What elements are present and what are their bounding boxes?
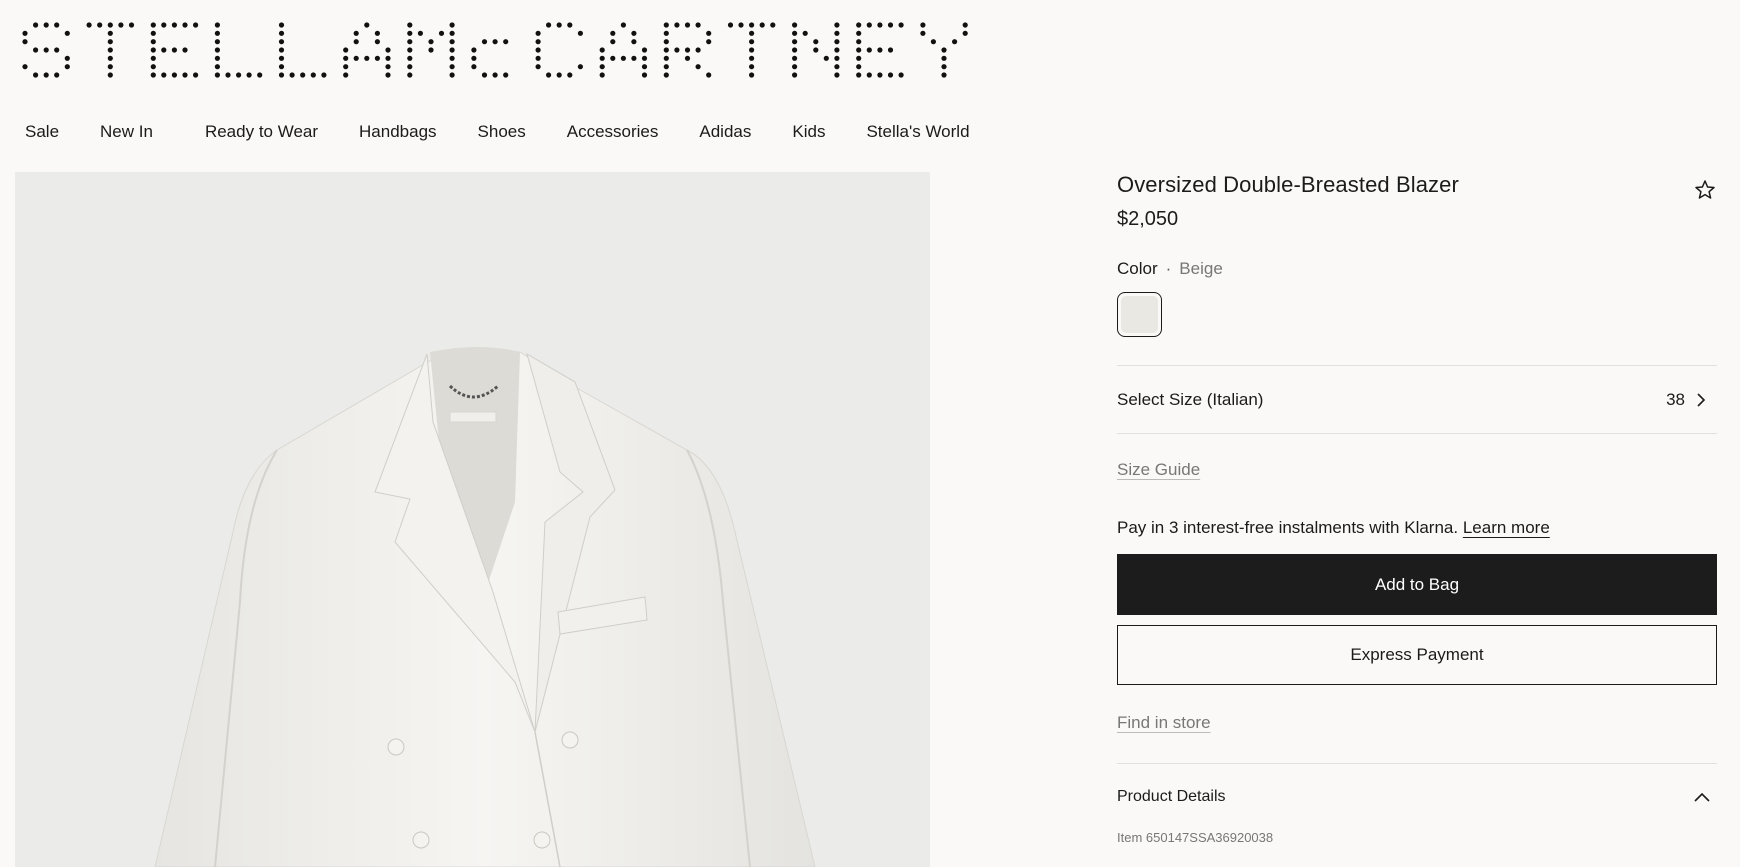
size-guide-link[interactable]: Size Guide xyxy=(1117,460,1200,480)
klarna-message: Pay in 3 interest-free instalments with … xyxy=(1117,518,1717,538)
chevron-up-icon xyxy=(1694,792,1710,802)
klarna-learn-more-link[interactable]: Learn more xyxy=(1463,518,1550,537)
size-value: 38 xyxy=(1666,389,1685,409)
nav-item-kids[interactable]: Kids xyxy=(792,122,825,142)
product-image[interactable] xyxy=(15,172,930,867)
brand-logo[interactable] xyxy=(22,22,984,78)
swatch-fill xyxy=(1121,296,1158,333)
add-to-bag-button[interactable]: Add to Bag xyxy=(1117,554,1717,615)
nav-item-stellas-world[interactable]: Stella's World xyxy=(866,122,969,142)
color-selector-label: Color · Beige xyxy=(1117,259,1717,279)
main-nav: Sale New In Ready to Wear Handbags Shoes… xyxy=(25,120,970,144)
color-label: Color xyxy=(1117,259,1158,278)
divider xyxy=(1117,433,1717,434)
item-number: Item 650147SSA36920038 xyxy=(1117,830,1274,845)
star-outline-icon[interactable] xyxy=(1693,178,1717,202)
nav-item-adidas[interactable]: Adidas xyxy=(699,122,751,142)
chevron-right-icon xyxy=(1697,392,1706,407)
product-title: Oversized Double-Breasted Blazer xyxy=(1117,172,1459,197)
nav-item-ready-to-wear[interactable]: Ready to Wear xyxy=(205,122,318,142)
klarna-text: Pay in 3 interest-free instalments with … xyxy=(1117,518,1459,537)
product-details-toggle[interactable]: Product Details xyxy=(1117,764,1717,830)
color-separator: · xyxy=(1165,259,1172,278)
color-swatch-beige[interactable] xyxy=(1117,292,1162,337)
blazer-illustration xyxy=(154,347,816,867)
nav-item-accessories[interactable]: Accessories xyxy=(567,122,659,142)
nav-item-shoes[interactable]: Shoes xyxy=(478,122,526,142)
nav-item-handbags[interactable]: Handbags xyxy=(359,122,437,142)
find-in-store-link[interactable]: Find in store xyxy=(1117,713,1211,733)
product-price: $2,050 xyxy=(1117,208,1179,230)
product-details-label: Product Details xyxy=(1117,788,1226,805)
express-payment-button[interactable]: Express Payment xyxy=(1117,625,1717,685)
dotted-logo-graphic xyxy=(22,22,968,78)
product-panel: Oversized Double-Breasted Blazer $2,050 … xyxy=(1117,172,1717,845)
size-selector[interactable]: Select Size (Italian) 38 xyxy=(1117,366,1717,433)
color-value: Beige xyxy=(1179,259,1223,278)
nav-item-sale[interactable]: Sale xyxy=(25,122,59,142)
nav-item-new-in[interactable]: New In xyxy=(100,122,153,142)
size-label: Select Size (Italian) xyxy=(1117,389,1264,409)
